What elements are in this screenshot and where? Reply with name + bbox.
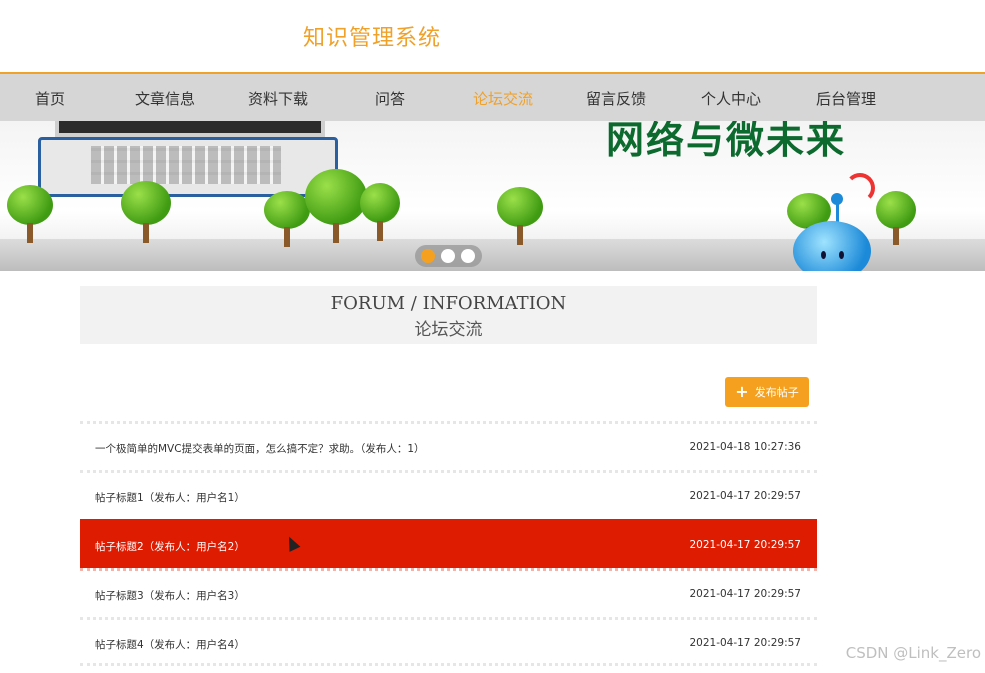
laptop-keyboard (91, 146, 281, 184)
robot-antenna-tip (831, 193, 843, 205)
post-row[interactable]: 帖子标题2（发布人：用户名2） 2021-04-17 20:29:57 (80, 519, 817, 568)
section-heading: FORUM / INFORMATION 论坛交流 (80, 286, 817, 344)
post-row[interactable]: 帖子标题1（发布人：用户名1） 2021-04-17 20:29:57 (80, 470, 817, 519)
nav-item-forum[interactable]: 论坛交流 (473, 88, 533, 109)
create-post-label: 发布帖子 (754, 386, 799, 399)
laptop-screen (55, 121, 325, 137)
wifi-signal-icon (845, 173, 875, 203)
post-row[interactable]: 帖子标题4（发布人：用户名4） 2021-04-17 20:29:57 (80, 617, 817, 666)
nav-item-articles[interactable]: 文章信息 (135, 88, 195, 109)
carousel-indicator (415, 245, 482, 267)
post-time: 2021-04-17 20:29:57 (689, 637, 801, 649)
post-title[interactable]: 帖子标题4（发布人：用户名4） (95, 637, 245, 652)
banner-carousel[interactable]: 网络与微未来 (0, 121, 985, 271)
post-row[interactable]: 帖子标题3（发布人：用户名3） 2021-04-17 20:29:57 (80, 568, 817, 617)
post-title[interactable]: 帖子标题1（发布人：用户名1） (95, 490, 245, 505)
carousel-dot-2[interactable] (441, 249, 455, 263)
post-time: 2021-04-17 20:29:57 (689, 588, 801, 600)
nav-item-home[interactable]: 首页 (35, 88, 65, 109)
post-title[interactable]: 帖子标题3（发布人：用户名3） (95, 588, 245, 603)
main-nav: 首页 文章信息 资料下载 问答 论坛交流 留言反馈 个人中心 后台管理 (0, 72, 985, 121)
post-time: 2021-04-18 10:27:36 (689, 441, 801, 453)
post-time: 2021-04-17 20:29:57 (689, 490, 801, 502)
nav-item-admin[interactable]: 后台管理 (816, 88, 876, 109)
nav-item-profile[interactable]: 个人中心 (701, 88, 761, 109)
nav-item-feedback[interactable]: 留言反馈 (586, 88, 646, 109)
section-title-cn: 论坛交流 (414, 320, 483, 340)
create-post-button[interactable]: + 发布帖子 (725, 377, 809, 407)
banner-slogan: 网络与微未来 (606, 121, 847, 162)
nav-item-qa[interactable]: 问答 (375, 88, 405, 109)
post-time: 2021-04-17 20:29:57 (689, 539, 801, 551)
post-row[interactable]: 一个极简单的MVC提交表单的页面，怎么搞不定？求助。（发布人：1） 2021-0… (80, 421, 817, 470)
watermark: CSDN @Link_Zero (845, 644, 981, 662)
carousel-dot-3[interactable] (461, 249, 475, 263)
site-title[interactable]: 知识管理系统 (303, 20, 441, 52)
post-title[interactable]: 一个极简单的MVC提交表单的页面，怎么搞不定？求助。（发布人：1） (95, 441, 425, 456)
post-title[interactable]: 帖子标题2（发布人：用户名2） (95, 539, 245, 554)
laptop-illustration (38, 137, 338, 197)
robot-mascot-icon (793, 221, 871, 271)
site-header: 知识管理系统 (0, 0, 985, 72)
nav-item-downloads[interactable]: 资料下载 (248, 88, 308, 109)
section-title-en: FORUM / INFORMATION (330, 293, 567, 314)
carousel-dot-1[interactable] (421, 249, 435, 263)
post-list: 一个极简单的MVC提交表单的页面，怎么搞不定？求助。（发布人：1） 2021-0… (80, 421, 817, 666)
plus-icon: + (735, 382, 749, 401)
